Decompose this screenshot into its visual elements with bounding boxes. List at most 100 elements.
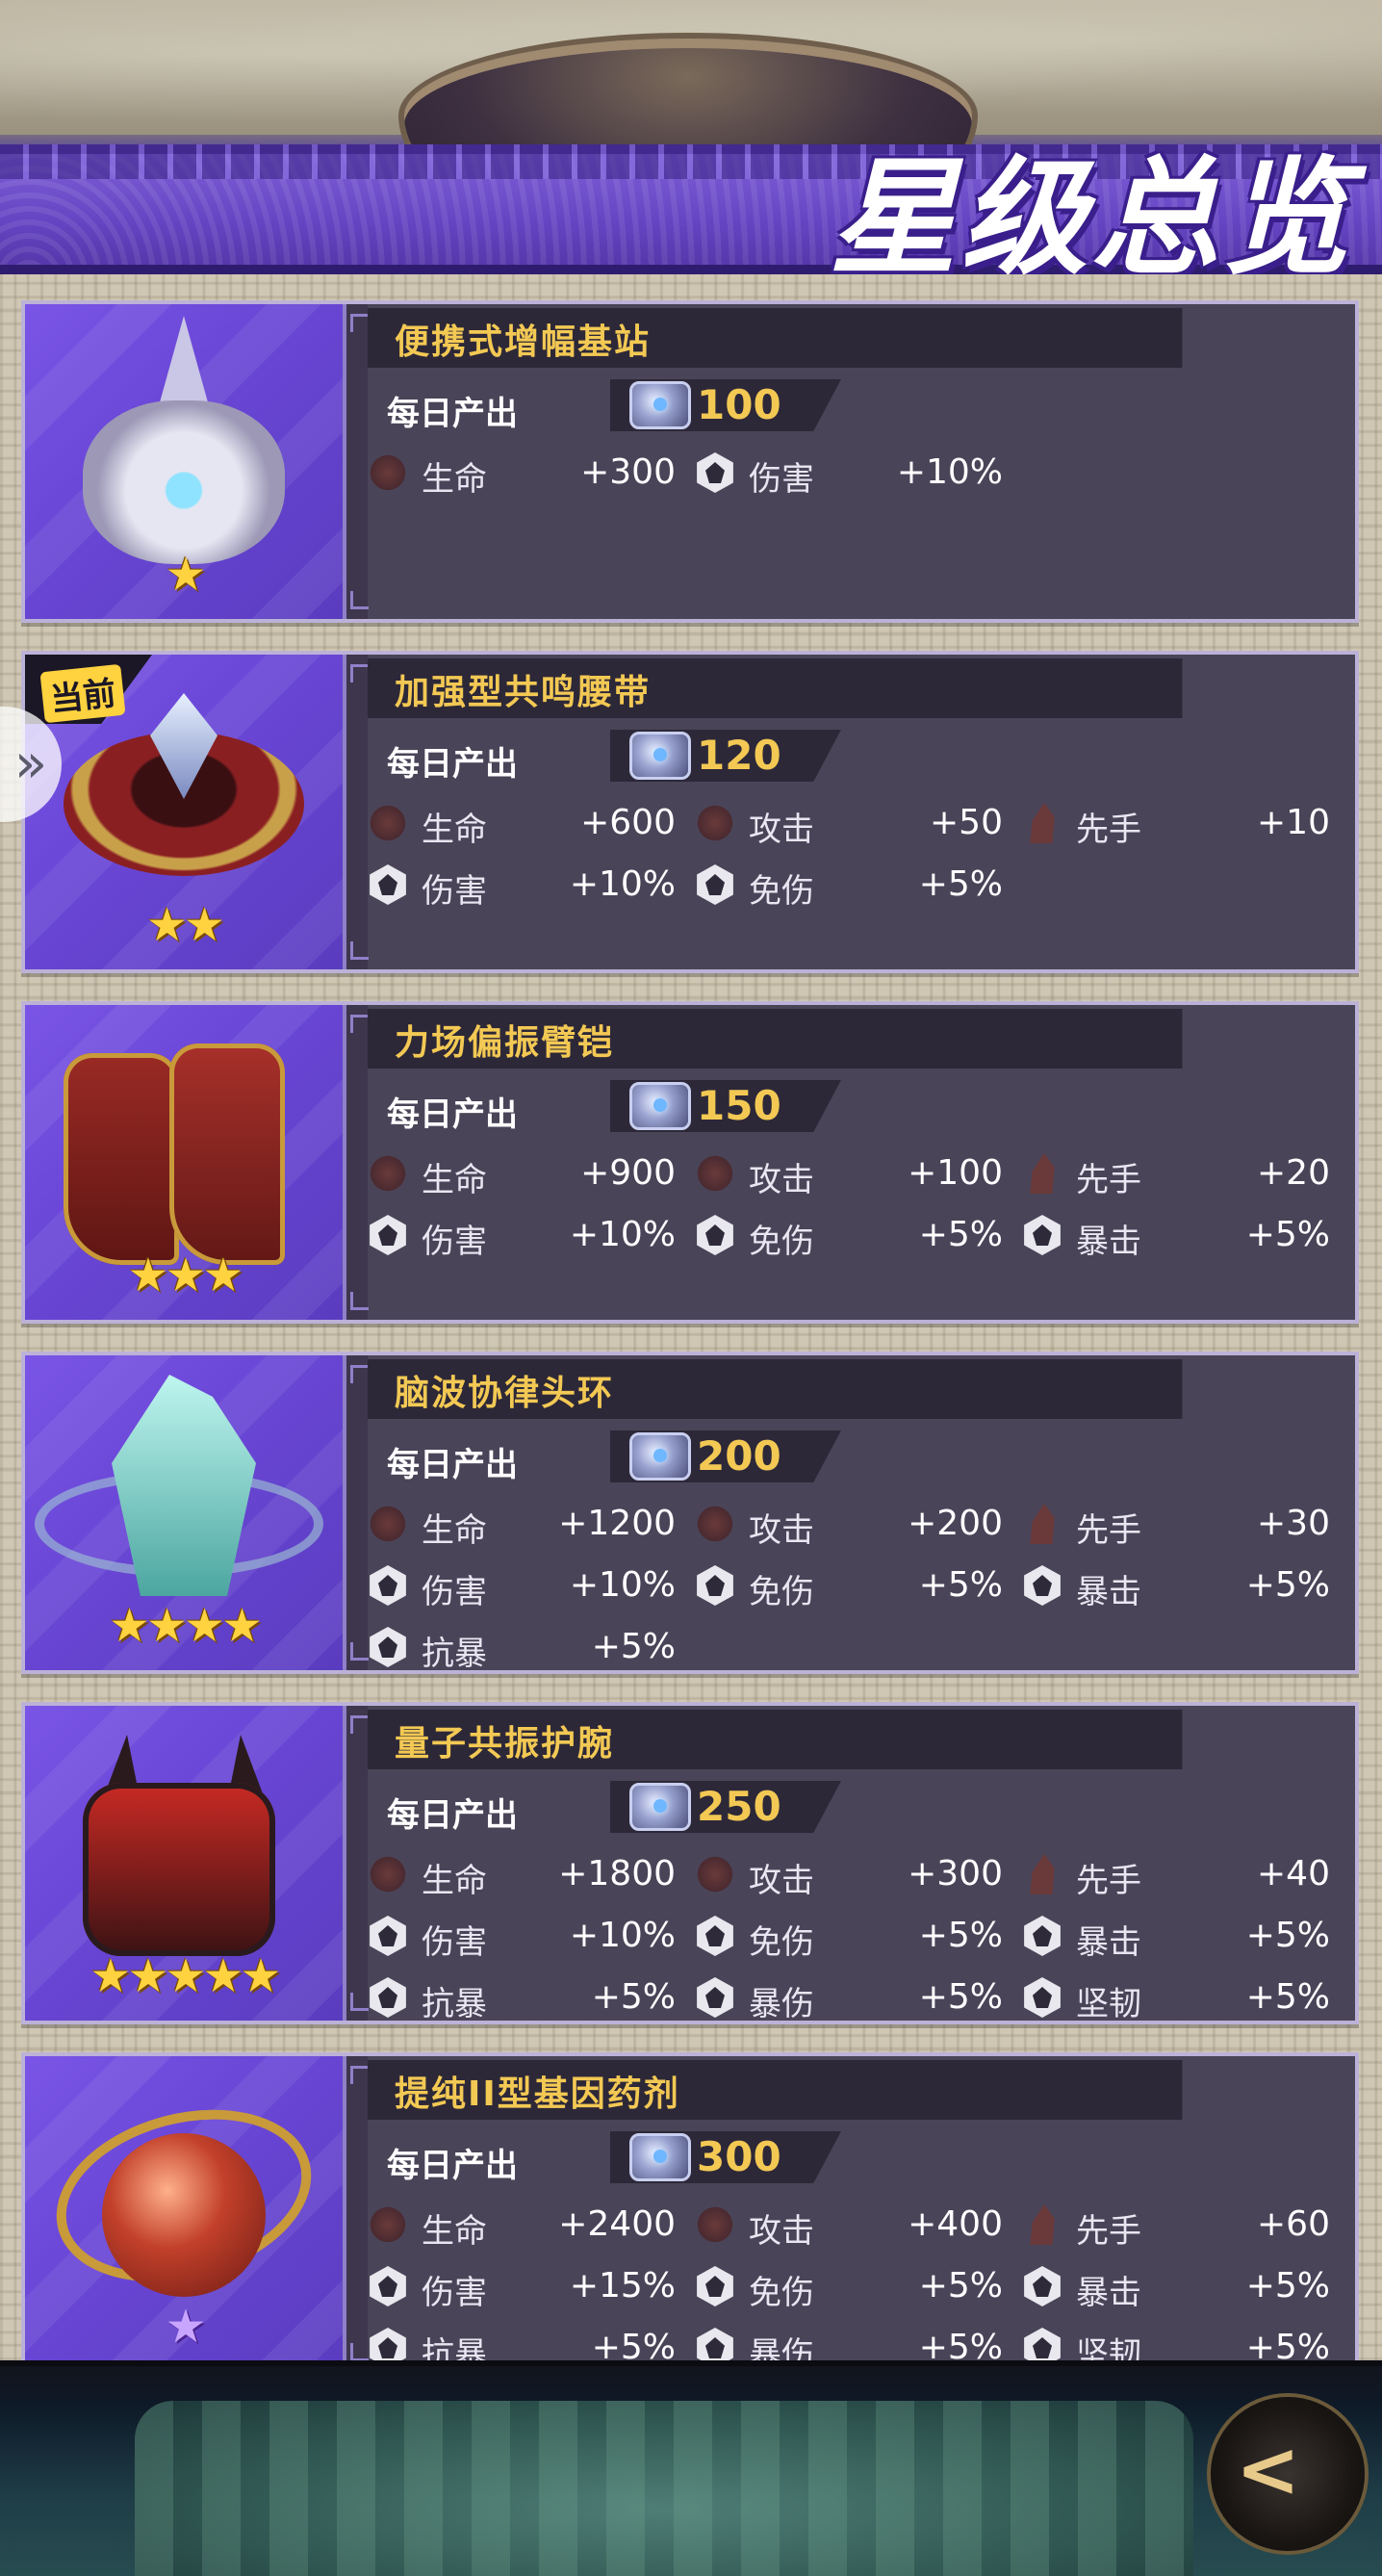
stat-name: 坚韧	[1076, 1985, 1141, 2023]
stat-hp: 生命 +600	[368, 799, 676, 849]
stat-name: 免伤	[749, 1923, 814, 1962]
item-name: 量子共振护腕	[395, 1724, 615, 1764]
initiative-icon	[1030, 2204, 1055, 2245]
production-value: 300	[697, 2133, 781, 2180]
star-level-card-2[interactable]: 当前 ★★ 加强型共鸣腰带 每日产出 120 生命 +600 攻击 +50 先手…	[21, 651, 1359, 973]
damage-icon	[370, 864, 406, 905]
stat-name: 先手	[1076, 2212, 1141, 2251]
star-level-card-6[interactable]: ★ 提纯II型基因药剂 每日产出 300 生命 +2400 攻击 +400 先手…	[21, 2052, 1359, 2360]
stat-value: +5%	[1245, 1977, 1330, 2017]
star-level-card-4[interactable]: ★★★★ 脑波协律头环 每日产出 200 生命 +1200 攻击 +200 先手…	[21, 1352, 1359, 1674]
damage-icon	[370, 1916, 406, 1956]
stat-name: 免伤	[749, 1223, 814, 1261]
stat-name: 生命	[422, 1161, 487, 1199]
stat-damage: 伤害 +10%	[368, 1912, 676, 1962]
stat-toughness: 坚韧 +5%	[1022, 1973, 1330, 2023]
production-label: 每日产出	[387, 395, 518, 433]
stat-hp: 生命 +900	[368, 1149, 676, 1199]
stat-toughness: 坚韧 +5%	[1022, 2324, 1330, 2360]
card-divider	[343, 655, 369, 969]
attack-icon	[695, 1504, 735, 1544]
hp-icon	[368, 452, 408, 493]
toughness-icon	[1024, 2328, 1061, 2360]
chest-icon	[629, 1783, 691, 1831]
production-label: 每日产出	[387, 745, 518, 784]
attack-icon	[695, 803, 735, 843]
stat-value: +5%	[591, 2328, 676, 2360]
stat-name: 生命	[422, 2212, 487, 2251]
crit-damage-icon	[697, 1977, 733, 2018]
hp-icon	[368, 1504, 408, 1544]
star-rating: ★	[165, 548, 206, 602]
chest-icon	[629, 2133, 691, 2181]
stat-name: 暴击	[1076, 1923, 1141, 1962]
crit-resist-icon	[370, 1627, 406, 1667]
star-level-card-3[interactable]: ★★★ 力场偏振臂铠 每日产出 150 生命 +900 攻击 +100 先手 +…	[21, 1001, 1359, 1324]
stat-crit: 暴击 +5%	[1022, 1912, 1330, 1962]
item-name: 加强型共鸣腰带	[395, 673, 652, 712]
item-art-headband: ★★★★	[25, 1355, 343, 1670]
hp-icon	[368, 1153, 408, 1194]
stat-damage-reduction: 免伤 +5%	[695, 1561, 1003, 1611]
crit-damage-icon	[697, 2328, 733, 2360]
stat-crit-resist: 抗暴 +5%	[368, 1623, 676, 1673]
crit-icon	[1024, 1916, 1061, 1956]
crystal-cluster-icon	[112, 1375, 256, 1596]
stat-name: 伤害	[422, 872, 487, 911]
stat-damage: 伤害 +10%	[368, 861, 676, 911]
page-title: 星级总览	[830, 143, 1353, 274]
damage-reduction-icon	[697, 864, 733, 905]
back-button[interactable]: <	[1211, 2397, 1365, 2551]
chest-icon	[629, 1432, 691, 1481]
damage-icon	[370, 1565, 406, 1606]
stat-damage: 伤害 +10%	[368, 1211, 676, 1261]
item-art-gene-potion: ★	[25, 2056, 343, 2360]
stat-damage-reduction: 免伤 +5%	[695, 1912, 1003, 1962]
stat-hp: 生命 +2400	[368, 2201, 676, 2251]
stat-value: +5%	[1245, 2328, 1330, 2360]
stat-attack: 攻击 +400	[695, 2201, 1003, 2251]
star-level-card-5[interactable]: ★★★★★ 量子共振护腕 每日产出 250 生命 +1800 攻击 +300 先…	[21, 1702, 1359, 2024]
initiative-icon	[1030, 803, 1055, 843]
stat-name: 伤害	[422, 2274, 487, 2312]
stat-name: 伤害	[422, 1923, 487, 1962]
footer-bar	[0, 2360, 1382, 2576]
stat-value: +5%	[1245, 1916, 1330, 1955]
star-level-card-1[interactable]: ★ 便携式增幅基站 每日产出 100 生命 +300 伤害 +10%	[21, 300, 1359, 623]
stat-name: 攻击	[749, 1511, 814, 1550]
stat-name: 生命	[422, 1511, 487, 1550]
stat-crit: 暴击 +5%	[1022, 1561, 1330, 1611]
item-name: 脑波协律头环	[395, 1374, 615, 1413]
stat-crit: 暴击 +5%	[1022, 2262, 1330, 2312]
star-level-list[interactable]: ★ 便携式增幅基站 每日产出 100 生命 +300 伤害 +10% 当前 ★★	[21, 300, 1359, 2360]
attack-icon	[695, 1153, 735, 1194]
stat-value: +100	[908, 1153, 1003, 1193]
crit-icon	[1024, 1215, 1061, 1255]
stat-name: 伤害	[422, 1223, 487, 1261]
stat-damage: 伤害 +15%	[368, 2262, 676, 2312]
chest-icon	[629, 381, 691, 429]
stat-damage: 伤害 +10%	[368, 1561, 676, 1611]
jade-relief-decoration	[135, 2401, 1193, 2576]
bracer-icon	[83, 1783, 275, 1956]
damage-icon	[370, 1215, 406, 1255]
production-label: 每日产出	[387, 1095, 518, 1134]
card-divider	[343, 2056, 369, 2360]
stat-crit-resist: 抗暴 +5%	[368, 1973, 676, 2023]
stat-value: +10%	[569, 864, 676, 904]
production-label: 每日产出	[387, 1796, 518, 1835]
stat-value: +30	[1257, 1504, 1330, 1543]
boot-right-icon	[169, 1043, 285, 1265]
stat-value: +5%	[918, 2328, 1003, 2360]
stat-value: +5%	[1245, 1215, 1330, 1254]
stat-value: +2400	[558, 2204, 676, 2244]
stat-value: +5%	[1245, 1565, 1330, 1605]
stat-value: +10%	[569, 1565, 676, 1605]
hp-icon	[368, 1854, 408, 1894]
crit-resist-icon	[370, 2328, 406, 2360]
stat-hp: 生命 +1200	[368, 1500, 676, 1550]
card-divider	[343, 1005, 369, 1320]
stat-value: +60	[1257, 2204, 1330, 2244]
item-art-belt: 当前 ★★	[25, 655, 343, 969]
item-art-armor-boots: ★★★	[25, 1005, 343, 1320]
